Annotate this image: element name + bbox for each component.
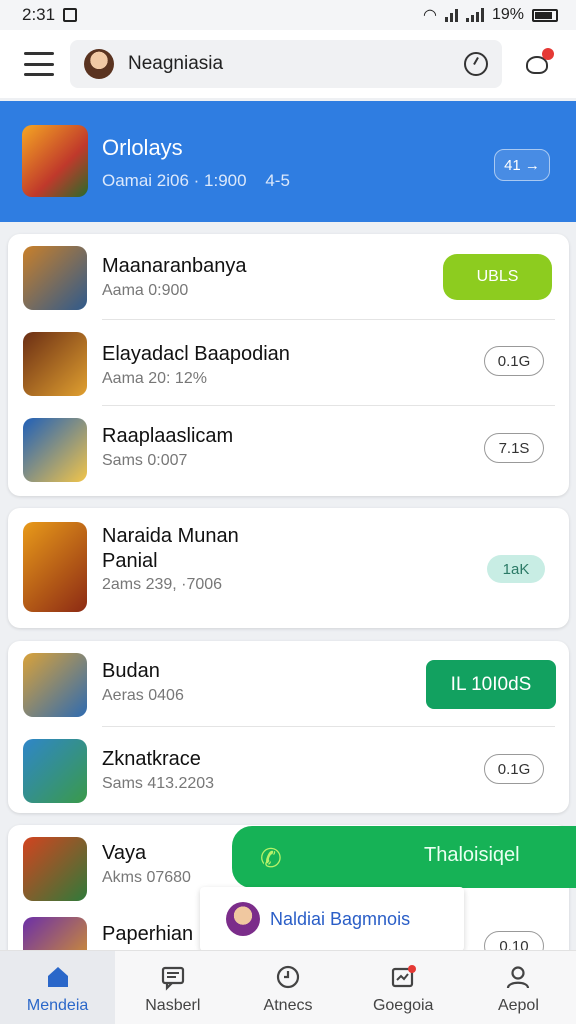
app-name: Zknatkrace: [102, 748, 201, 770]
app-action-button[interactable]: 1aK: [487, 555, 545, 583]
app-name: Paperhian: [102, 923, 194, 945]
signal-icon-2: [465, 8, 484, 22]
app-icon: [23, 332, 87, 396]
featured-action-button[interactable]: 41 →: [494, 149, 550, 181]
phone-icon: ✆: [260, 843, 282, 873]
app-name: Elayadacl Baapodian: [102, 343, 290, 365]
avatar: [226, 902, 260, 936]
app-name: Naraida Munan Panial: [102, 525, 239, 572]
app-bar: Neagniasia: [0, 30, 576, 98]
status-time: 2:31: [22, 5, 56, 24]
clock-icon: [276, 965, 300, 989]
app-list-card-1: Maanaranbanya Aama 0:900 UBLS Elayadacl …: [8, 234, 569, 496]
featured-meta: Oamai 2i06 · 1:900: [102, 171, 247, 190]
nav-label: Goegoia: [372, 997, 434, 1014]
home-icon: [47, 967, 68, 987]
contact-popup[interactable]: Naldiai Bagmnois: [200, 887, 464, 951]
featured-banner[interactable]: Orlolays Oamai 2i06 · 1:900 4-5 41 →: [0, 101, 576, 222]
wifi-icon: ◠: [423, 7, 437, 24]
app-action-button[interactable]: 0.1G: [484, 754, 544, 784]
app-meta: Aeras 0406: [102, 687, 184, 704]
app-meta: Akms 07680: [102, 869, 191, 886]
search-text: Neagniasia: [128, 53, 224, 74]
featured-game-art: [22, 125, 88, 197]
battery-icon: [532, 8, 558, 22]
popup-text: Naldiai Bagmnois: [270, 908, 411, 929]
app-action-button[interactable]: UBLS: [443, 254, 552, 300]
app-meta: Aama 0:900: [102, 282, 189, 299]
menu-icon[interactable]: [24, 52, 54, 76]
message-icon: [161, 966, 184, 991]
signal-icon: [444, 8, 458, 22]
featured-title: Orlolays: [102, 135, 183, 160]
nav-tab-messages[interactable]: Nasberl: [115, 951, 230, 1024]
list-item[interactable]: Elayadacl Baapodian Aama 20: 12% 0.1G: [8, 320, 569, 406]
notification-badge: [542, 48, 554, 60]
app-name: Budan: [102, 660, 160, 682]
avatar[interactable]: [84, 49, 114, 79]
status-bar: 2:31 ◠ 19%: [0, 0, 576, 30]
nav-label: Nasberl: [145, 997, 201, 1014]
app-name: Maanaranbanya: [102, 255, 247, 277]
battery-percent: 19%: [491, 6, 524, 23]
app-list-card-2: Naraida Munan Panial 2ams 239, ·7006 1aK: [8, 508, 569, 628]
nav-tab-profile[interactable]: Aepol: [461, 951, 576, 1024]
app-meta: Sams 0:007: [102, 452, 188, 469]
app-icon: [23, 418, 87, 482]
fab-label: Thaloisiqel: [424, 844, 520, 866]
app-icon: [23, 739, 87, 803]
app-meta: Sams 413.2203: [102, 775, 215, 792]
list-item[interactable]: Zknatkrace Sams 413.2203 0.1G: [8, 727, 569, 813]
app-icon: [23, 653, 87, 717]
screenshot-icon: [63, 8, 78, 22]
call-fab[interactable]: ✆ Thaloisiqel: [232, 826, 576, 888]
list-item[interactable]: Naraida Munan Panial 2ams 239, ·7006 1aK: [8, 508, 569, 628]
notification-icon: [392, 965, 417, 988]
search-bar[interactable]: Neagniasia: [70, 40, 502, 88]
app-meta: 2ams 239, ·7006: [102, 576, 223, 593]
list-item[interactable]: Maanaranbanya Aama 0:900 UBLS: [8, 234, 569, 320]
nav-label: Atnecs: [263, 997, 313, 1014]
timer-icon[interactable]: [464, 52, 488, 76]
app-name: Raaplaaslicam: [102, 425, 234, 447]
featured-subtitle: Oamai 2i06 · 1:900 4-5: [102, 171, 290, 191]
app-icon: [23, 522, 87, 612]
list-item[interactable]: Raaplaaslicam Sams 0:007 7.1S: [8, 406, 569, 492]
app-list-card-3: Budan Aeras 0406 IL 10I0dS Zknatkrace Sa…: [8, 641, 569, 813]
notification-bell-icon[interactable]: [522, 48, 554, 78]
app-icon: [23, 837, 87, 901]
app-name: Vaya: [102, 842, 147, 864]
app-icon: [23, 246, 87, 310]
nav-tab-notifications[interactable]: Goegoia: [346, 951, 461, 1024]
nav-label: Mendeia: [26, 997, 89, 1014]
nav-tab-home[interactable]: Mendeia: [0, 951, 116, 1024]
featured-rating: 4-5: [265, 171, 290, 190]
app-action-button[interactable]: IL 10I0dS: [426, 660, 556, 709]
bottom-nav: Mendeia Nasberl Atnecs Goegoia Aepol: [0, 950, 576, 1024]
list-item[interactable]: Budan Aeras 0406 IL 10I0dS: [8, 641, 569, 727]
nav-tab-recent[interactable]: Atnecs: [230, 951, 345, 1024]
person-icon: [507, 966, 530, 989]
app-meta: Aama 20: 12%: [102, 370, 207, 387]
app-action-button[interactable]: 7.1S: [484, 433, 544, 463]
app-action-button[interactable]: 0.1G: [484, 346, 544, 376]
nav-label: Aepol: [497, 997, 539, 1014]
